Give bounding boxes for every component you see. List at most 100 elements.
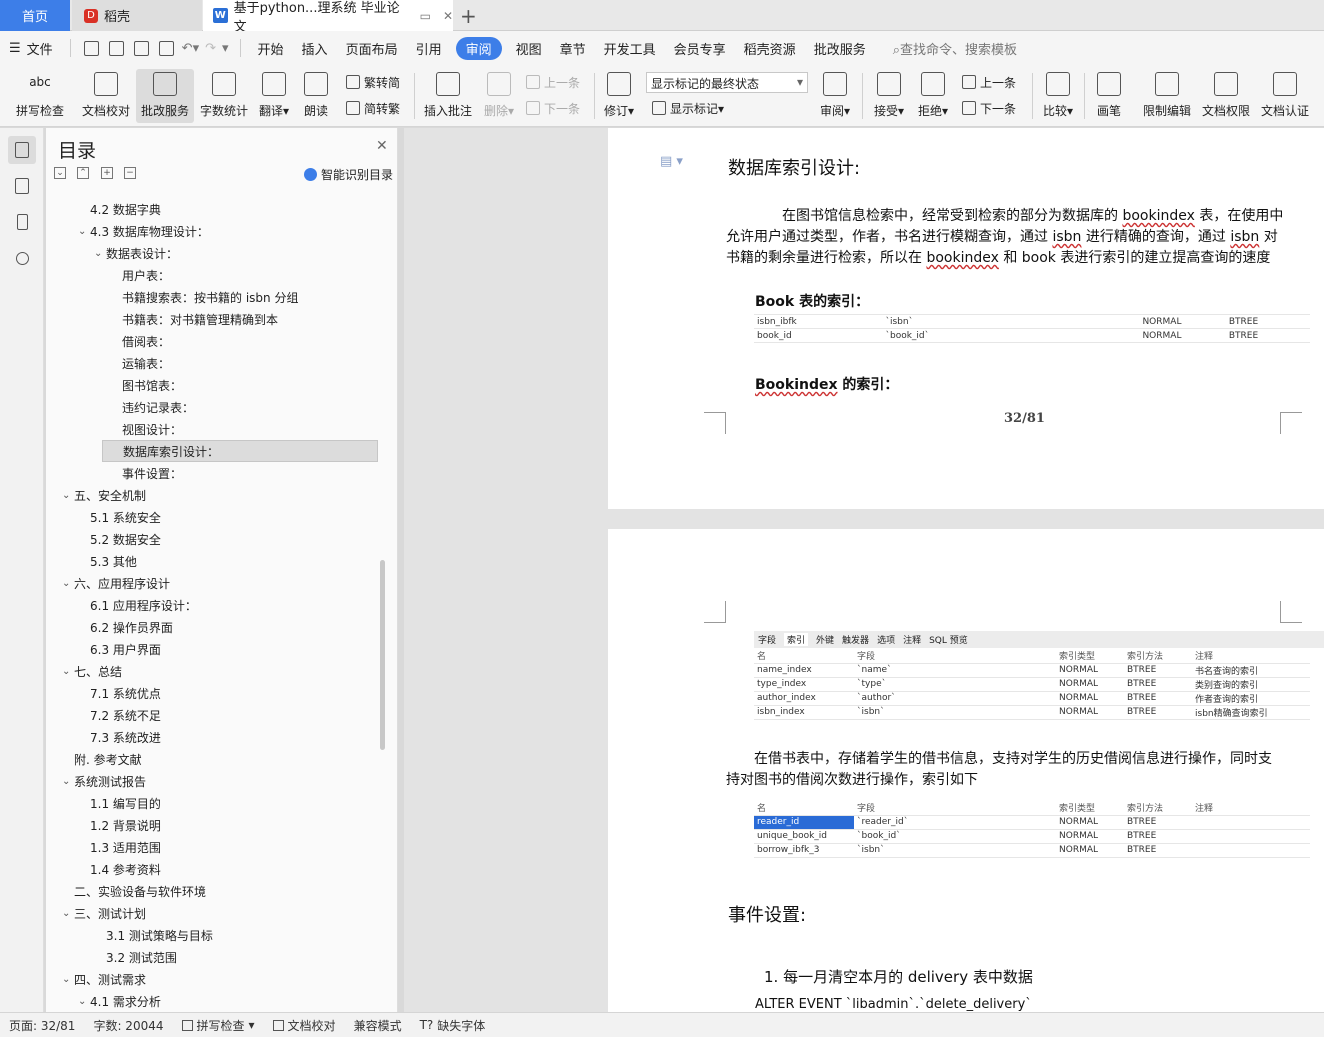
toc-item[interactable]: 3.2 测试范围 [94, 946, 177, 968]
table-cell[interactable]: `reader_id` [854, 815, 1056, 830]
toc-item[interactable]: ⌄ 4.1 需求分析 [78, 990, 161, 1012]
print-preview-icon[interactable] [158, 40, 174, 56]
reject-button[interactable]: 拒绝▾ [914, 69, 952, 123]
status-spell-check[interactable]: 拼写检查 ▾ [173, 1017, 264, 1034]
toc-item[interactable]: 4.2 数据字典 [78, 198, 161, 220]
table-cell[interactable]: NORMAL [1056, 691, 1124, 706]
table-cell[interactable]: 作者查询的索引 [1192, 691, 1310, 706]
toc-item[interactable]: 借阅表： [110, 330, 170, 352]
chevron-down-icon[interactable]: ⌄ [62, 974, 74, 985]
menu-member[interactable]: 会员专享 [665, 39, 735, 58]
table-cell[interactable]: NORMAL [1056, 677, 1124, 692]
toc-item[interactable]: 5.3 其他 [78, 550, 137, 572]
table-cell[interactable]: author_index [754, 691, 854, 706]
menu-section[interactable]: 章节 [551, 39, 595, 58]
delete-comment-button[interactable]: 删除▾ [480, 69, 518, 123]
show-markup-button[interactable]: 显示标记▾ [652, 98, 724, 118]
table-cell[interactable]: `isbn` [854, 843, 1056, 858]
toc-item[interactable]: 6.1 应用程序设计： [78, 594, 197, 616]
menu-view[interactable]: 视图 [507, 39, 551, 58]
table-cell[interactable]: `name` [854, 663, 1056, 678]
table-cell[interactable]: `book_id` [854, 829, 1056, 844]
chevron-down-icon[interactable]: ⌄ [62, 666, 74, 677]
table-cell[interactable]: reader_id [754, 815, 854, 830]
read-aloud-button[interactable]: 朗读 [298, 69, 334, 123]
toc-item[interactable]: 7.3 系统改进 [78, 726, 161, 748]
menu-layout[interactable]: 页面布局 [337, 39, 407, 58]
tab-document[interactable]: W 基于python...理系统 毕业论文 ▭ ✕ [203, 0, 453, 35]
table-cell[interactable]: NORMAL [1056, 663, 1124, 678]
table-cell[interactable]: `type` [854, 677, 1056, 692]
expand-all-icon[interactable]: ⌃ [77, 167, 89, 179]
add-heading-icon[interactable]: + [101, 167, 113, 179]
chevron-down-icon[interactable]: ⌄ [62, 776, 74, 787]
table-cell[interactable]: NORMAL [1056, 843, 1124, 858]
toc-item[interactable]: 5.1 系统安全 [78, 506, 161, 528]
toc-item[interactable]: 书籍表：对书籍管理精确到本 [110, 308, 278, 330]
table-cell[interactable]: `isbn` [854, 705, 1056, 720]
table-cell[interactable]: isbn_index [754, 705, 854, 720]
close-tab-icon[interactable]: ✕ [443, 9, 453, 23]
toc-item[interactable]: ⌄ 五、安全机制 [62, 484, 146, 506]
toc-item[interactable]: 1.3 适用范围 [78, 836, 161, 858]
table-cell[interactable]: NORMAL [1139, 314, 1226, 329]
menu-insert[interactable]: 插入 [293, 39, 337, 58]
next-change-button[interactable]: 下一条 [962, 98, 1016, 118]
search-icon[interactable] [8, 244, 36, 272]
accept-button[interactable]: 接受▾ [870, 69, 908, 123]
doc-certify-button[interactable]: 文档认证 [1258, 69, 1312, 123]
table-cell[interactable]: type_index [754, 677, 854, 692]
compare-button[interactable]: 比较▾ [1038, 69, 1078, 123]
table-cell[interactable]: NORMAL [1056, 815, 1124, 830]
table-cell[interactable]: BTREE [1124, 677, 1192, 692]
toc-item[interactable]: 事件设置： [110, 462, 182, 484]
chevron-down-icon[interactable]: ⌄ [62, 490, 74, 501]
command-search[interactable]: ⌕查找命令、搜索模板 [893, 39, 1017, 58]
pen-button[interactable]: 画笔 [1090, 69, 1128, 123]
table-cell[interactable]: `book_id` [882, 328, 1140, 343]
review-pane-button[interactable]: 审阅▾ [816, 69, 854, 123]
table-cell[interactable]: NORMAL [1139, 328, 1226, 343]
trad-to-simp-button[interactable]: 繁转简 [346, 72, 400, 92]
prev-comment-button[interactable]: 上一条 [526, 72, 580, 92]
remove-heading-icon[interactable]: − [124, 167, 136, 179]
toc-item[interactable]: 数据库索引设计： [102, 440, 378, 462]
redo-icon[interactable]: ↷ [202, 41, 219, 56]
page-indicator[interactable]: 页面: 32/81 [0, 1017, 84, 1034]
table-cell[interactable]: BTREE [1225, 328, 1310, 343]
menu-references[interactable]: 引用 [407, 39, 451, 58]
new-tab-icon[interactable]: + [460, 4, 477, 28]
close-icon[interactable]: ✕ [376, 138, 388, 154]
toc-item[interactable]: 7.2 系统不足 [78, 704, 161, 726]
chevron-down-icon[interactable]: ⌄ [78, 226, 90, 237]
toc-item[interactable]: 6.2 操作员界面 [78, 616, 173, 638]
table-cell[interactable]: BTREE [1124, 663, 1192, 678]
toc-item[interactable]: 1.1 编写目的 [78, 792, 161, 814]
export-pdf-icon[interactable] [108, 40, 124, 56]
tab-home[interactable]: 首页 [0, 0, 70, 31]
toc-item[interactable]: 1.4 参考资料 [78, 858, 161, 880]
paragraph-menu-icon[interactable]: ▤ ▾ [660, 154, 683, 169]
table-cell[interactable] [1192, 815, 1310, 830]
restrict-edit-button[interactable]: 限制编辑 [1140, 69, 1194, 123]
chevron-down-icon[interactable]: ⌄ [94, 248, 106, 259]
proofread-button[interactable]: 文档校对 [78, 69, 134, 123]
toc-item[interactable]: 用户表： [110, 264, 170, 286]
table-cell[interactable]: `isbn` [882, 314, 1140, 329]
table-cell[interactable]: BTREE [1124, 843, 1192, 858]
correction-service-button[interactable]: 批改服务 [136, 69, 194, 123]
undo-icon[interactable]: ↶▾ [179, 41, 202, 56]
window-restore-icon[interactable]: ▭ [420, 9, 431, 23]
toc-item[interactable]: 1.2 背景说明 [78, 814, 161, 836]
simp-to-trad-button[interactable]: 简转繁 [346, 98, 400, 118]
bookmark-icon[interactable] [8, 208, 36, 236]
menu-developer[interactable]: 开发工具 [595, 39, 665, 58]
spell-check-button[interactable]: abc 拼写检查 [8, 69, 72, 123]
toc-panel-icon[interactable] [8, 136, 36, 164]
table-cell[interactable]: book_id [754, 328, 883, 343]
toc-item[interactable]: 视图设计： [110, 418, 182, 440]
toc-item[interactable]: 附. 参考文献 [62, 748, 142, 770]
table-cell[interactable]: 类别查询的索引 [1192, 677, 1310, 692]
toc-item[interactable]: ⌄ 系统测试报告 [62, 770, 146, 792]
toc-item[interactable]: ⌄ 三、测试计划 [62, 902, 146, 924]
